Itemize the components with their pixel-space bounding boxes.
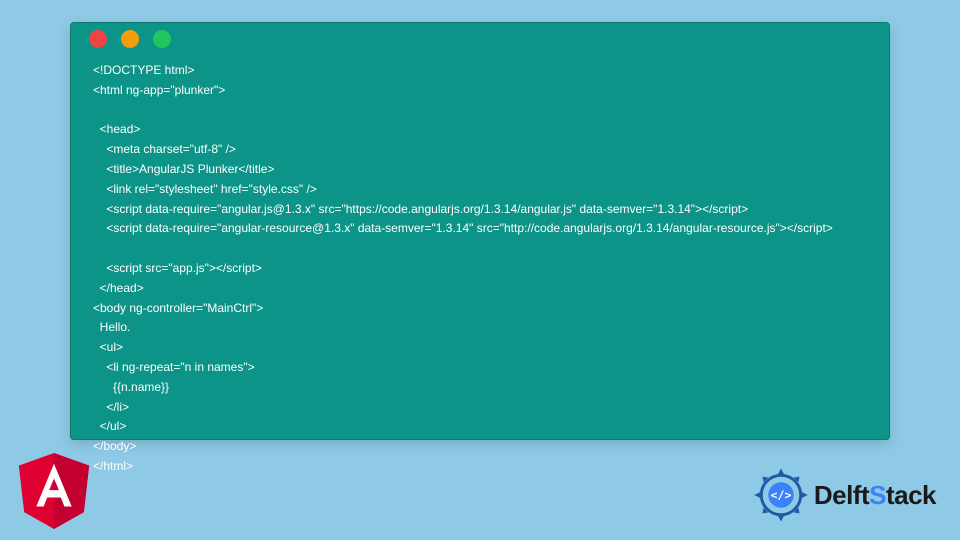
- code-body: <!DOCTYPE html> <html ng-app="plunker"> …: [71, 55, 889, 489]
- code-line: <script data-require="angular.js@1.3.x" …: [93, 202, 748, 216]
- minimize-dot-icon: [121, 30, 139, 48]
- delftstack-wordmark: DelftStack: [814, 480, 936, 511]
- code-line: <li ng-repeat="n in names">: [93, 360, 255, 374]
- code-line: <ul>: [93, 340, 123, 354]
- code-line: <title>AngularJS Plunker</title>: [93, 162, 274, 176]
- code-window: <!DOCTYPE html> <html ng-app="plunker"> …: [70, 22, 890, 440]
- delftstack-logo: </> DelftStack: [752, 466, 936, 524]
- delftstack-badge-icon: </>: [752, 466, 810, 524]
- window-titlebar: [71, 23, 889, 55]
- code-line: </ul>: [93, 419, 126, 433]
- maximize-dot-icon: [153, 30, 171, 48]
- footer: </> DelftStack: [0, 450, 960, 540]
- code-line: <script src="app.js"></script>: [93, 261, 262, 275]
- code-line: <link rel="stylesheet" href="style.css" …: [93, 182, 317, 196]
- code-line: {{n.name}}: [93, 380, 169, 394]
- code-line: <head>: [93, 122, 140, 136]
- svg-text:</>: </>: [770, 488, 791, 502]
- code-line: <!DOCTYPE html>: [93, 63, 194, 77]
- code-line: </li>: [93, 400, 129, 414]
- code-line: </head>: [93, 281, 144, 295]
- code-line: Hello.: [93, 320, 130, 334]
- code-line: <script data-require="angular-resource@1…: [93, 221, 833, 235]
- code-line: <meta charset="utf-8" />: [93, 142, 236, 156]
- close-dot-icon: [89, 30, 107, 48]
- angular-logo-icon: [18, 453, 90, 534]
- code-line: <body ng-controller="MainCtrl">: [93, 301, 263, 315]
- code-line: <html ng-app="plunker">: [93, 83, 225, 97]
